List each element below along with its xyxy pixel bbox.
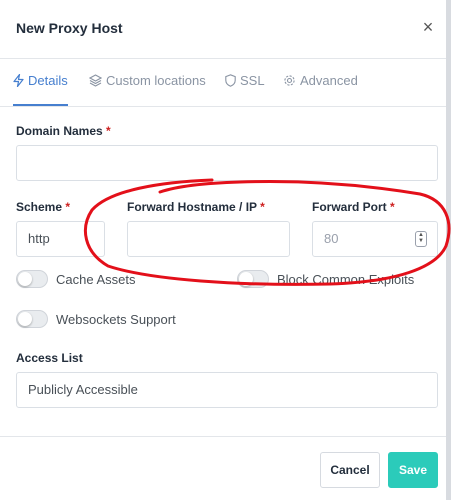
- toggle-knob: [239, 272, 253, 286]
- forward-hostname-label-text: Forward Hostname / IP: [127, 200, 257, 214]
- domain-names-label-text: Domain Names: [16, 124, 103, 138]
- forward-port-input[interactable]: 80 ▲ ▼: [312, 221, 438, 257]
- websockets-toggle[interactable]: [16, 310, 48, 328]
- forward-port-label: Forward Port *: [312, 200, 395, 214]
- modal-footer: Cancel Save: [0, 436, 446, 501]
- modal-title: New Proxy Host: [16, 20, 123, 36]
- lightning-icon: [13, 73, 24, 88]
- layers-icon: [88, 74, 103, 87]
- cache-assets-label: Cache Assets: [56, 272, 136, 287]
- scheme-label: Scheme *: [16, 200, 70, 214]
- scheme-label-text: Scheme: [16, 200, 63, 214]
- cancel-button[interactable]: Cancel: [320, 452, 380, 488]
- cache-assets-toggle[interactable]: [16, 270, 48, 288]
- toggle-knob: [18, 272, 32, 286]
- tab-ssl-label: SSL: [240, 73, 265, 88]
- tab-bar: Details Custom locations SSL Advanced: [0, 59, 446, 107]
- tab-custom-locations[interactable]: Custom locations: [88, 59, 206, 104]
- tab-details[interactable]: Details: [13, 59, 68, 106]
- forward-hostname-label: Forward Hostname / IP *: [127, 200, 265, 214]
- forward-hostname-input[interactable]: [127, 221, 290, 257]
- tab-custom-locations-label: Custom locations: [106, 73, 206, 88]
- tab-details-label: Details: [28, 73, 68, 88]
- block-exploits-label: Block Common Exploits: [277, 272, 415, 287]
- forward-port-label-text: Forward Port: [312, 200, 387, 214]
- save-button[interactable]: Save: [388, 452, 438, 488]
- shield-icon: [225, 74, 236, 87]
- close-icon[interactable]: ×: [418, 16, 438, 38]
- port-stepper-icon[interactable]: ▲ ▼: [415, 231, 427, 247]
- domain-names-label: Domain Names *: [16, 124, 111, 138]
- block-exploits-toggle[interactable]: [237, 270, 269, 288]
- toggle-knob: [18, 312, 32, 326]
- required-mark: *: [390, 200, 395, 214]
- tab-advanced[interactable]: Advanced: [283, 59, 358, 104]
- required-mark: *: [65, 200, 71, 214]
- tab-advanced-label: Advanced: [300, 73, 358, 88]
- modal-edge: [446, 0, 451, 500]
- required-mark: *: [260, 200, 265, 214]
- scheme-input[interactable]: http: [16, 221, 105, 257]
- access-list-select[interactable]: Publicly Accessible: [16, 372, 438, 408]
- domain-names-input[interactable]: [16, 145, 438, 181]
- gear-icon: [284, 75, 295, 86]
- modal-header: New Proxy Host ×: [0, 0, 446, 59]
- access-list-label: Access List: [16, 351, 83, 365]
- required-mark: *: [106, 124, 111, 138]
- tab-ssl[interactable]: SSL: [225, 59, 265, 104]
- websockets-label: Websockets Support: [56, 312, 176, 327]
- forward-port-placeholder: 80: [324, 231, 339, 246]
